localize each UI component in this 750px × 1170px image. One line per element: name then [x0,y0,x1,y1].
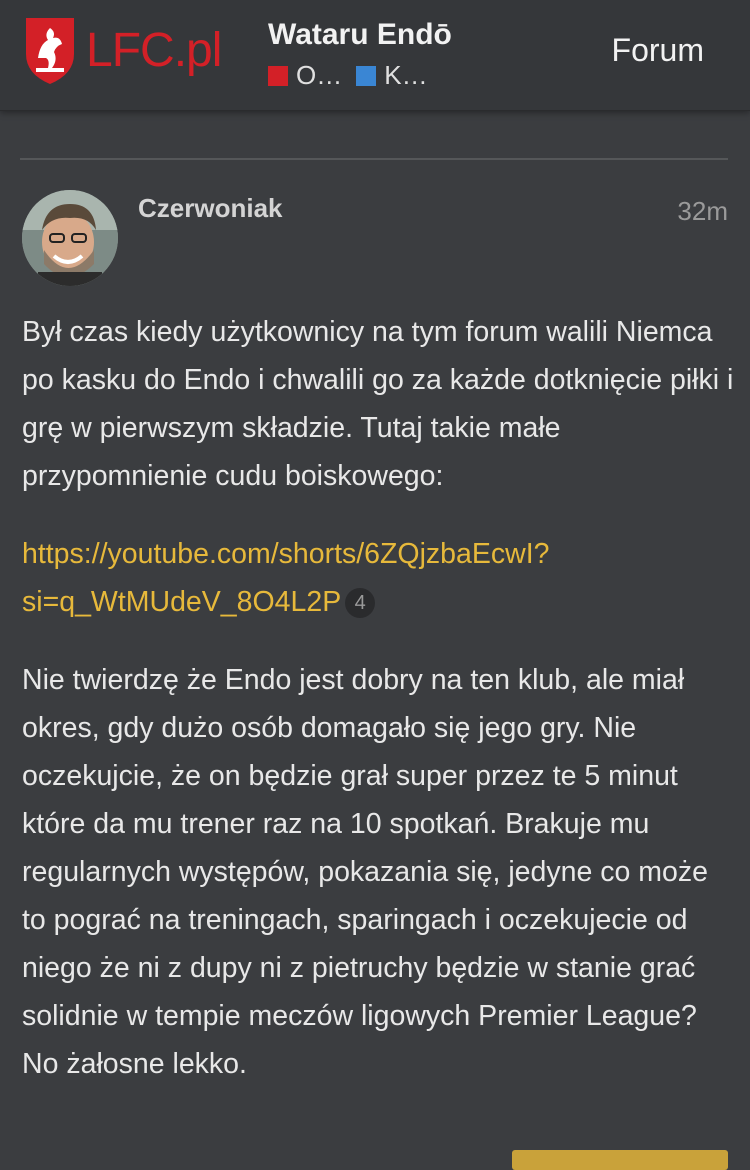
site-logo[interactable]: LFC.pl [22,14,222,86]
category-color-swatch [268,65,288,86]
forum-nav-link[interactable]: Forum [612,32,704,69]
post-divider [20,158,728,160]
topic-categories: O… K… [268,60,452,91]
logo-wordmark: LFC.pl [86,23,222,77]
post-link-paragraph: https://youtube.com/shorts/6ZQjzbaEcwI?s… [22,530,734,626]
post-paragraph: Nie twierdzę że Endo jest dobry na ten k… [22,664,708,1080]
link-click-count: 4 [345,588,376,619]
post-author[interactable]: Czerwoniak [138,193,283,224]
user-avatar[interactable] [22,190,118,286]
topic-title[interactable]: Wataru Endō [268,18,452,52]
action-button-peek[interactable] [512,1150,728,1170]
post-paragraph: Był czas kiedy użytkownicy na tym forum … [22,316,734,492]
category-badge-1[interactable]: O… [268,60,342,91]
avatar-image [22,190,118,286]
post-body: Był czas kiedy użytkownicy na tym forum … [22,308,734,1118]
category-label: O… [296,60,343,90]
post-timestamp[interactable]: 32m [677,196,728,227]
category-color-swatch [356,65,377,86]
top-header: LFC.pl Wataru Endō O… K… Forum [0,0,750,111]
category-label: K… [384,60,428,90]
youtube-link[interactable]: https://youtube.com/shorts/6ZQjzbaEcwI?s… [22,538,550,618]
category-badge-2[interactable]: K… [356,60,428,91]
topic-header: Wataru Endō O… K… [268,18,452,91]
liverbird-shield-icon [26,18,74,84]
